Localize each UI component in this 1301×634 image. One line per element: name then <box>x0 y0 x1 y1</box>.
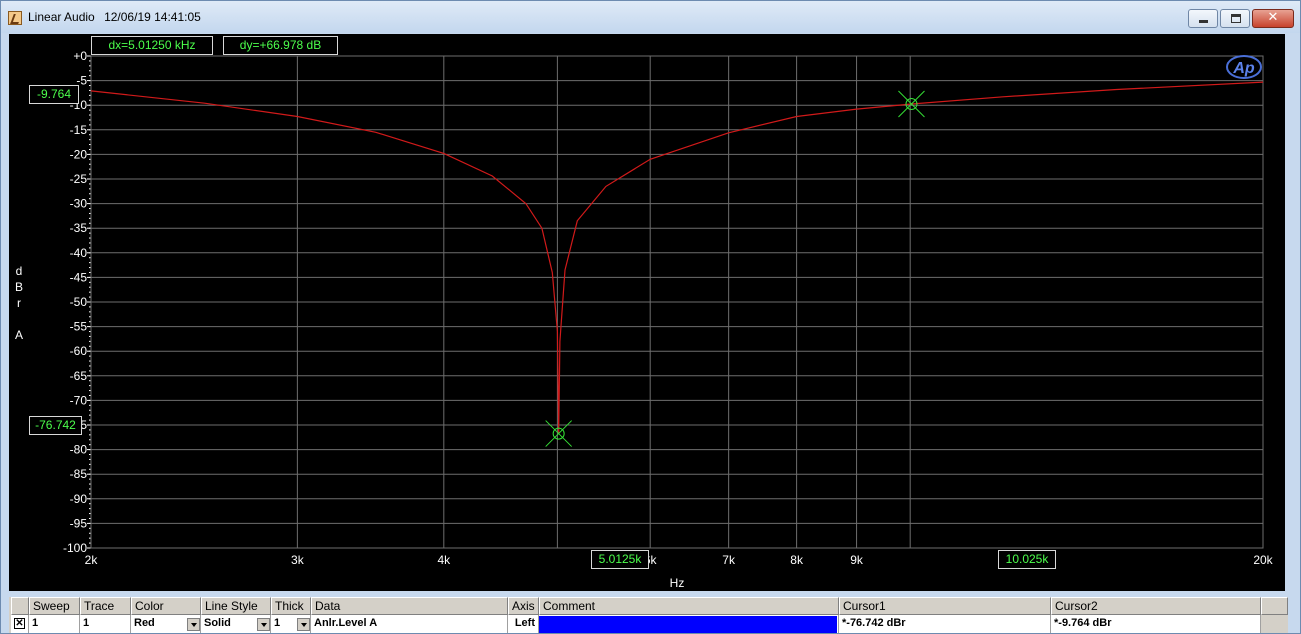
header-thick[interactable]: Thick <box>271 597 311 615</box>
y-tick-label: -55 <box>70 320 88 334</box>
x-tick-label: 20k <box>1253 553 1273 567</box>
maximize-button[interactable] <box>1220 9 1250 28</box>
x-axis-label: Hz <box>670 576 685 590</box>
app-window: Linear Audio 12/06/19 14:41:05 ✕ +0 -5 -10… <box>0 0 1301 634</box>
header-trace[interactable]: Trace <box>80 597 131 615</box>
dx-readout: dx=5.01250 kHz <box>91 36 213 55</box>
dy-readout: dy=+66.978 dB <box>223 36 338 55</box>
header-spacer <box>1261 597 1288 615</box>
trace-table: Sweep Trace Color Line Style Thick Data … <box>9 597 1288 633</box>
y-axis-label-char: A <box>15 328 23 342</box>
x-tick-label: 8k <box>790 553 804 567</box>
close-icon: ✕ <box>1267 10 1279 25</box>
y-tick-label: -50 <box>70 295 88 309</box>
maximize-icon <box>1231 14 1241 23</box>
y-tick-label: -85 <box>70 467 88 481</box>
comment-selection[interactable] <box>539 616 837 633</box>
y-tick-label: -95 <box>70 516 88 530</box>
window-title: Linear Audio 12/06/19 14:41:05 <box>28 10 207 24</box>
cell-comment[interactable] <box>539 615 839 633</box>
cursor2-x-readout[interactable]: 10.025k <box>998 550 1056 569</box>
cell-thick[interactable]: 1 <box>271 615 311 633</box>
cell-color[interactable]: Red <box>131 615 201 633</box>
line-style-dropdown-icon[interactable] <box>257 618 270 631</box>
color-value: Red <box>134 617 155 629</box>
x-tick-label: 7k <box>722 553 736 567</box>
series-line-anlr-level-a <box>90 81 1264 434</box>
header-axis[interactable]: Axis <box>508 597 539 615</box>
header-comment[interactable]: Comment <box>539 597 839 615</box>
header-cursor2[interactable]: Cursor2 <box>1051 597 1261 615</box>
ap-logo-icon: Ap <box>1232 60 1255 77</box>
cell-trace[interactable]: 1 <box>80 615 131 633</box>
frequency-response-chart[interactable]: +0-5-10-15-20-25-30-35-40-45-50-55-60-65… <box>9 34 1285 591</box>
y-tick-label: -70 <box>70 393 88 407</box>
checkbox-header <box>11 597 29 615</box>
y-tick-label: -25 <box>70 172 88 186</box>
trace-enable-cell[interactable]: ✕ <box>11 615 29 633</box>
cell-sweep[interactable]: 1 <box>29 615 80 633</box>
y-tick-label: -45 <box>70 270 88 284</box>
y-axis-label-char: B <box>15 280 23 294</box>
color-dropdown-icon[interactable] <box>187 618 200 631</box>
x-tick-label: 2k <box>85 553 99 567</box>
close-button[interactable]: ✕ <box>1252 9 1294 28</box>
y-tick-label: -65 <box>70 369 88 383</box>
cursor1-x-readout[interactable]: 5.0125k <box>591 550 649 569</box>
x-tick-label: 9k <box>850 553 864 567</box>
cell-cursor2[interactable]: *-9.764 dBr <box>1051 615 1261 633</box>
minimize-button[interactable] <box>1188 9 1218 28</box>
thick-value: 1 <box>274 617 281 629</box>
app-name: Linear Audio <box>28 10 95 24</box>
header-sweep[interactable]: Sweep <box>29 597 80 615</box>
y-tick-label: -40 <box>70 246 88 260</box>
cell-cursor1[interactable]: *-76.742 dBr <box>839 615 1051 633</box>
x-tick-label: 3k <box>291 553 305 567</box>
app-icon[interactable] <box>8 11 22 25</box>
cell-data[interactable]: Anlr.Level A <box>311 615 508 633</box>
cursor2-y-readout[interactable]: -76.742 <box>29 416 82 435</box>
header-line-style[interactable]: Line Style <box>201 597 271 615</box>
title-bar[interactable]: Linear Audio 12/06/19 14:41:05 ✕ <box>1 1 1300 33</box>
y-tick-label: -20 <box>70 147 88 161</box>
trace-enable-checkbox[interactable]: ✕ <box>14 618 25 629</box>
y-tick-label: -80 <box>70 443 88 457</box>
x-tick-label: 4k <box>437 553 451 567</box>
header-color[interactable]: Color <box>131 597 201 615</box>
y-tick-label: -100 <box>63 541 87 555</box>
cursor1-y-readout[interactable]: -9.764 <box>29 85 79 104</box>
minimize-icon <box>1199 20 1208 23</box>
cell-axis[interactable]: Left <box>508 615 539 633</box>
y-axis-label-char: d <box>16 264 23 278</box>
thick-dropdown-icon[interactable] <box>297 618 310 631</box>
y-tick-label: -60 <box>70 344 88 358</box>
line-style-value: Solid <box>204 617 231 629</box>
y-axis-label-char: r <box>17 296 21 310</box>
y-tick-label: +0 <box>73 49 87 63</box>
header-data[interactable]: Data <box>311 597 508 615</box>
y-tick-label: -90 <box>70 492 88 506</box>
graph-panel[interactable]: +0 -5 -10 -15 -20 -25 -30 -35 -40 -45 -50 -55 -60 -65… <box>9 34 1285 591</box>
title-datetime: 12/06/19 14:41:05 <box>104 10 201 24</box>
y-tick-label: -15 <box>70 123 88 137</box>
y-tick-label: -30 <box>70 197 88 211</box>
y-tick-label: -35 <box>70 221 88 235</box>
header-cursor1[interactable]: Cursor1 <box>839 597 1051 615</box>
cell-line-style[interactable]: Solid <box>201 615 271 633</box>
cursor-marker-2[interactable] <box>898 90 925 118</box>
